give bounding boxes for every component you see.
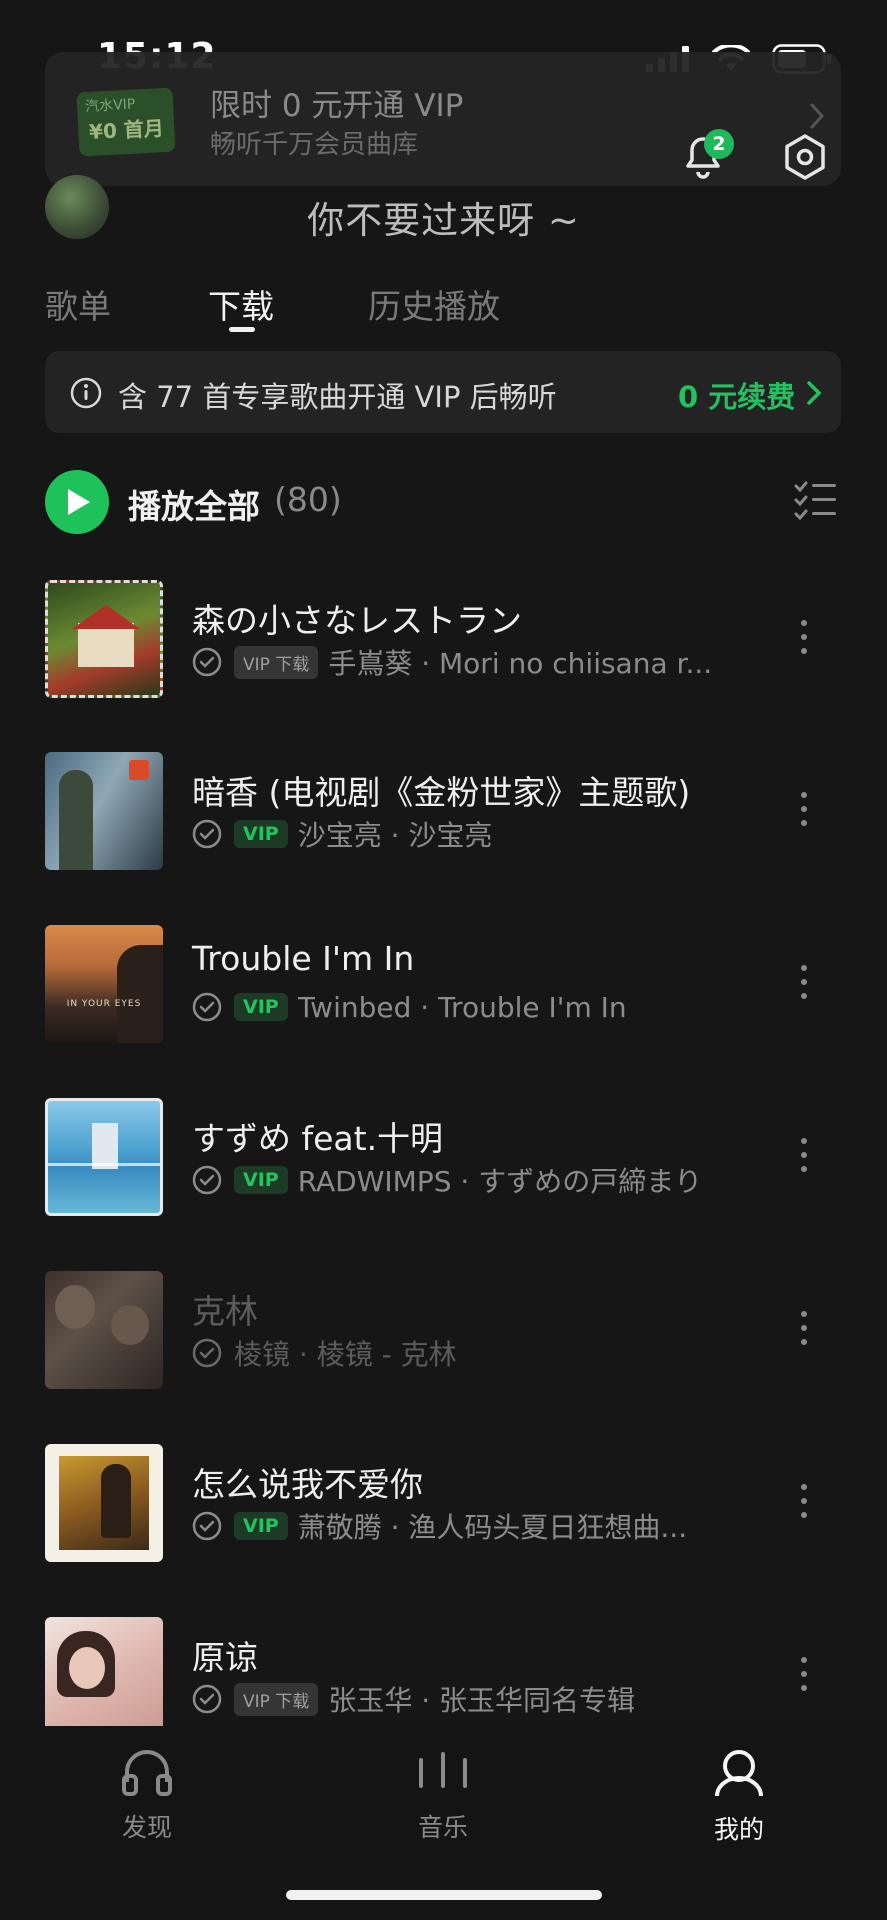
nav-label: 我的 — [713, 1815, 764, 1844]
vip-badge-offer: ¥0 首月 — [88, 116, 165, 144]
song-count: (80) — [274, 480, 342, 519]
home-indicator[interactable] — [286, 1890, 602, 1900]
more-options-icon[interactable] — [801, 1311, 809, 1353]
downloaded-check-icon — [192, 992, 222, 1022]
nav-label: 发现 — [121, 1813, 172, 1842]
notice-text: 含 77 首专享歌曲开通 VIP 后畅听 — [118, 380, 557, 414]
play-all-label[interactable]: 播放全部 — [128, 480, 260, 528]
song-row[interactable]: すずめ feat.十明 VIP RADWIMPS · すずめの戸締まり — [0, 1098, 887, 1258]
vip-banner-subtitle: 畅听千万会员曲库 — [210, 130, 419, 160]
song-artist-album: 手嶌葵 · Mori no chiisana r... — [328, 647, 713, 680]
song-meta: VIP RADWIMPS · すずめの戸締まり — [192, 1162, 702, 1198]
tab-history[interactable]: 历史播放 — [368, 280, 500, 328]
vip-download-tag: VIP 下载 — [234, 645, 319, 679]
nav-mine[interactable]: 我的 — [659, 1748, 819, 1846]
album-cover — [45, 1444, 163, 1562]
downloaded-check-icon — [192, 1684, 222, 1714]
info-icon — [70, 377, 102, 409]
song-meta: VIP Twinbed · Trouble I'm In — [192, 989, 627, 1025]
more-options-icon[interactable] — [801, 1657, 809, 1699]
renew-link[interactable]: 0 元续费 — [678, 374, 795, 416]
song-artist-album: 棱镜 · 棱镜 - 克林 — [234, 1338, 457, 1371]
tab-downloads[interactable]: 下载 — [208, 280, 274, 328]
downloaded-check-icon — [192, 647, 222, 677]
nav-label: 音乐 — [417, 1813, 468, 1842]
song-row[interactable]: 森の小さなレストラン VIP 下载 手嶌葵 · Mori no chiisana… — [0, 580, 887, 740]
notification-badge: 2 — [704, 129, 734, 159]
vip-tag: VIP — [234, 993, 288, 1021]
song-meta: VIP 下载 手嶌葵 · Mori no chiisana r... — [192, 644, 712, 680]
album-cover — [45, 1098, 163, 1216]
song-meta: VIP 萧敬腾 · 渔人码头夏日狂想曲... — [192, 1508, 687, 1544]
vip-tag: VIP — [234, 1512, 288, 1540]
album-cover — [45, 580, 163, 698]
song-artist-album: 张玉华 · 张玉华同名专辑 — [328, 1684, 636, 1717]
vip-tag: VIP — [234, 1166, 288, 1194]
nav-music[interactable]: 音乐 — [363, 1748, 523, 1844]
bars-icon — [419, 1752, 467, 1788]
username: 你不要过来呀 ~ — [307, 199, 580, 242]
chevron-right-icon — [807, 381, 822, 405]
user-icon — [715, 1750, 763, 1797]
song-title: 原谅 — [192, 1638, 258, 1677]
active-tab-indicator — [229, 327, 255, 332]
multi-select-icon[interactable] — [794, 480, 838, 520]
more-options-icon[interactable] — [801, 1138, 809, 1180]
vip-download-tag: VIP 下载 — [234, 1682, 319, 1716]
song-meta: VIP 沙宝亮 · 沙宝亮 — [192, 816, 492, 852]
vip-banner-title: 限时 0 元开通 VIP — [210, 88, 464, 124]
play-icon — [68, 489, 90, 515]
song-title: 暗香 (电视剧《金粉世家》主题歌) — [192, 773, 691, 812]
headphones-icon — [122, 1750, 172, 1796]
album-cover — [45, 1271, 163, 1389]
nav-discover[interactable]: 发现 — [67, 1748, 227, 1844]
more-options-icon[interactable] — [801, 1484, 809, 1526]
song-artist-album: 沙宝亮 · 沙宝亮 — [297, 819, 493, 852]
song-title: Trouble I'm In — [192, 939, 415, 978]
tab-playlists[interactable]: 歌单 — [45, 280, 111, 328]
song-row[interactable]: 怎么说我不爱你 VIP 萧敬腾 · 渔人码头夏日狂想曲... — [0, 1444, 887, 1604]
song-row[interactable]: 暗香 (电视剧《金粉世家》主题歌) VIP 沙宝亮 · 沙宝亮 — [0, 752, 887, 912]
song-title: 克林 — [192, 1292, 258, 1331]
vip-badge: 汽水VIP ¥0 首月 — [76, 87, 176, 157]
album-cover — [45, 752, 163, 870]
song-meta: VIP 下载 张玉华 · 张玉华同名专辑 — [192, 1681, 635, 1717]
more-options-icon[interactable] — [801, 965, 809, 1007]
downloaded-check-icon — [192, 819, 222, 849]
settings-icon[interactable] — [782, 134, 828, 180]
song-title: 森の小さなレストラン — [192, 601, 522, 640]
song-artist-album: 萧敬腾 · 渔人码头夏日狂想曲... — [297, 1511, 688, 1544]
album-cover: IN YOUR EYES — [45, 925, 163, 1043]
downloaded-check-icon — [192, 1165, 222, 1195]
chevron-right-icon — [810, 103, 825, 129]
downloaded-check-icon — [192, 1338, 222, 1368]
more-options-icon[interactable] — [801, 620, 809, 662]
song-artist-album: Twinbed · Trouble I'm In — [297, 990, 627, 1024]
song-title: すずめ feat.十明 — [192, 1119, 444, 1158]
song-row[interactable]: 克林 棱镜 · 棱镜 - 克林 — [0, 1271, 887, 1431]
song-title: 怎么说我不爱你 — [192, 1465, 423, 1504]
album-cover — [45, 1617, 163, 1735]
song-meta: 棱镜 · 棱镜 - 克林 — [192, 1335, 457, 1371]
song-artist-album: RADWIMPS · すずめの戸締まり — [297, 1165, 703, 1198]
downloaded-check-icon — [192, 1511, 222, 1541]
vip-tag: VIP — [234, 820, 288, 848]
song-row[interactable]: IN YOUR EYES Trouble I'm In VIP Twinbed … — [0, 925, 887, 1085]
play-all-button[interactable] — [45, 470, 109, 534]
more-options-icon[interactable] — [801, 792, 809, 834]
